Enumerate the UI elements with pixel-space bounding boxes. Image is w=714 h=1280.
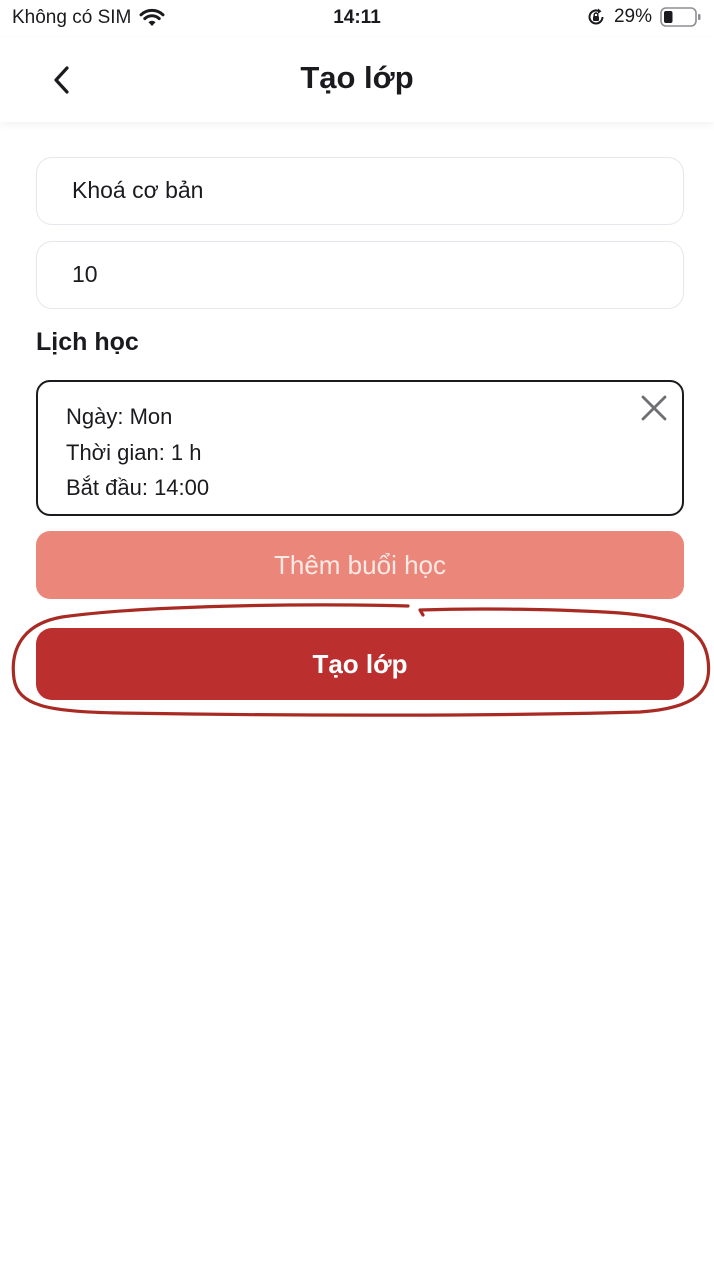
create-class-button[interactable]: Tạo lớp xyxy=(36,628,684,700)
app-header: Tạo lớp xyxy=(0,38,714,122)
schedule-start-time: Bắt đầu: 14:00 xyxy=(66,475,210,500)
remove-schedule-button[interactable] xyxy=(638,392,670,424)
orientation-lock-icon xyxy=(586,7,606,27)
status-bar: Không có SIM 14:11 29% xyxy=(0,0,714,38)
status-indicators: 29% xyxy=(586,6,702,28)
schedule-section-label: Lịch học xyxy=(36,328,139,356)
course-name-field[interactable]: Khoá cơ bản xyxy=(36,157,684,225)
add-session-button[interactable]: Thêm buổi học xyxy=(36,531,684,599)
schedule-card: Ngày: Mon Thời gian: 1 h Bắt đầu: 14:00 xyxy=(36,380,684,516)
schedule-duration: Thời gian: 1 h xyxy=(66,439,202,465)
battery-icon xyxy=(660,6,702,28)
schedule-day: Ngày: Mon xyxy=(66,404,173,429)
page-title: Tạo lớp xyxy=(300,60,414,95)
battery-percent: 29% xyxy=(613,6,652,27)
close-icon xyxy=(641,395,667,421)
student-count-field[interactable]: 10 xyxy=(36,241,684,309)
